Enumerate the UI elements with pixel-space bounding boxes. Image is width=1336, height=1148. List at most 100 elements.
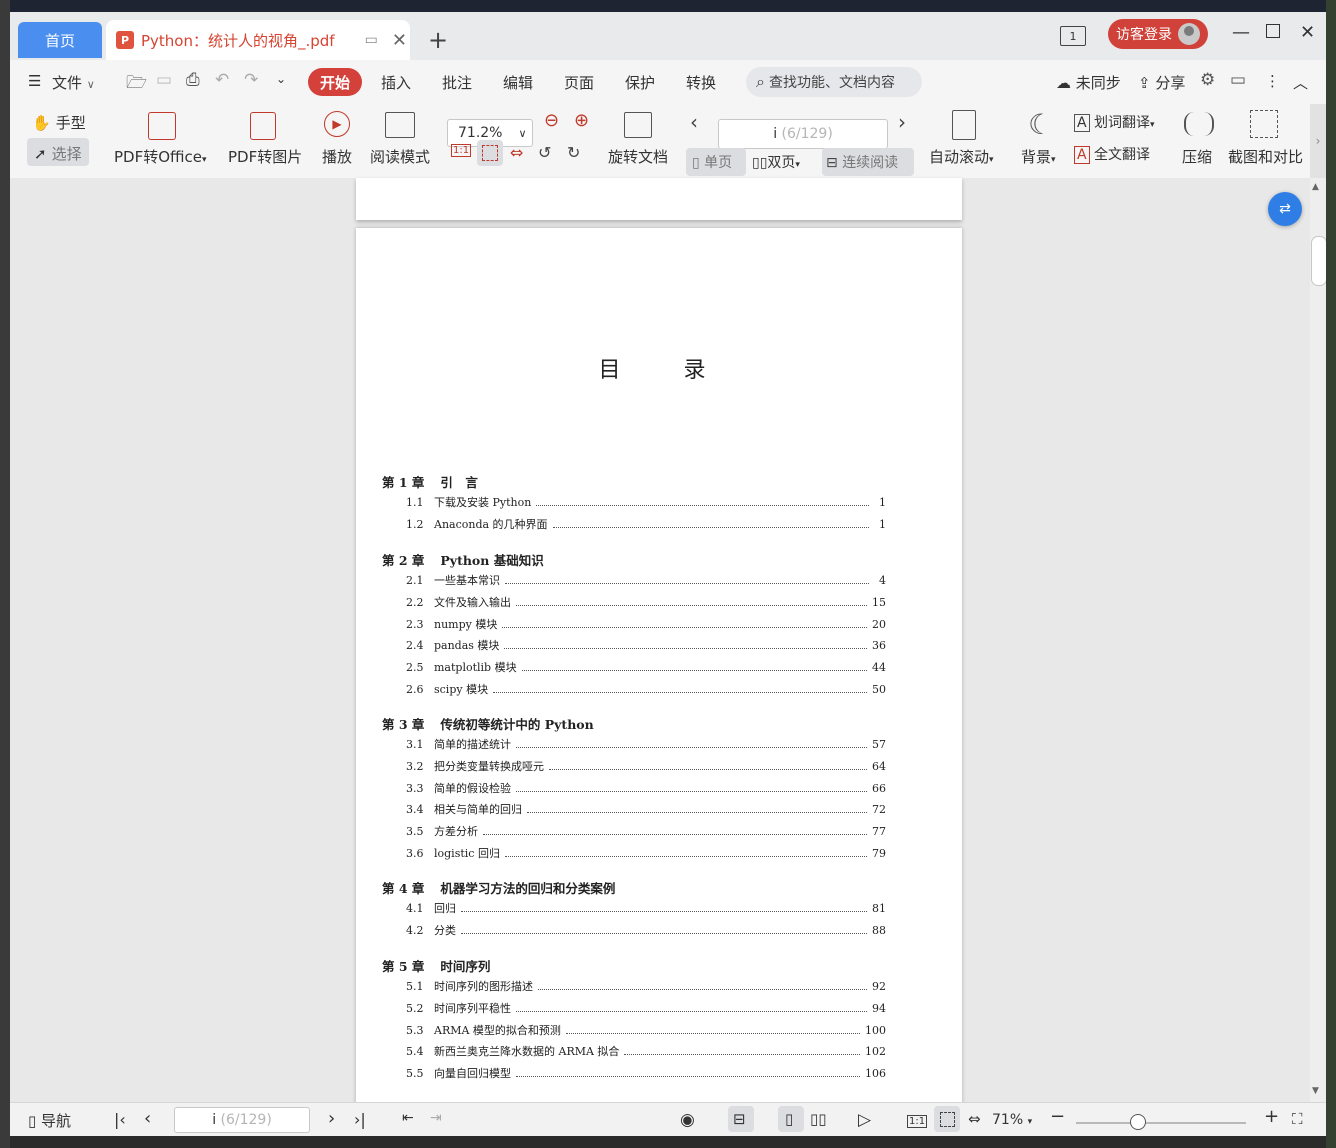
- zoom-out-icon[interactable]: ⊖: [544, 110, 559, 131]
- toc-entry[interactable]: 3.5 方差分析 77: [406, 823, 886, 841]
- forward-icon[interactable]: ⇥: [430, 1110, 442, 1126]
- menu-tab-start[interactable]: 开始: [308, 68, 362, 96]
- screenshot-compare-button[interactable]: 截图和对比: [1228, 146, 1303, 167]
- scrollbar-thumb[interactable]: [1311, 236, 1326, 286]
- toc-entry[interactable]: 1.1 下载及安装 Python 1: [406, 494, 886, 512]
- close-window-icon[interactable]: ✕: [1300, 22, 1315, 43]
- toc-entry[interactable]: 2.4 pandas 模块 36: [406, 637, 886, 655]
- redo-icon[interactable]: ↷: [244, 70, 258, 90]
- settings-gear-icon[interactable]: ⚙: [1200, 70, 1215, 90]
- rotate-left-icon[interactable]: ↺: [538, 143, 551, 162]
- comment-icon[interactable]: ▭: [1230, 70, 1246, 90]
- scroll-up-icon[interactable]: ▲: [1312, 182, 1319, 192]
- background-button[interactable]: 背景▾: [1021, 146, 1056, 167]
- toc-entry[interactable]: 3.2 把分类变量转换成哑元 64: [406, 758, 886, 776]
- page-number-input[interactable]: i (6/129): [718, 119, 888, 149]
- menu-tab-page[interactable]: 页面: [564, 72, 594, 93]
- menu-file[interactable]: 文件 ∨: [52, 72, 95, 93]
- rotate-right-icon[interactable]: ↻: [567, 143, 580, 162]
- status-page-input[interactable]: i (6/129): [174, 1107, 310, 1133]
- print-icon[interactable]: ⎙: [186, 70, 200, 90]
- toc-entry[interactable]: 5.1 时间序列的图形描述 92: [406, 978, 886, 996]
- next-page-status-icon[interactable]: ›: [328, 1108, 335, 1129]
- window-count-badge[interactable]: 1: [1060, 26, 1086, 46]
- search-box[interactable]: ⌕ 查找功能、文档内容: [746, 67, 922, 97]
- compress-button[interactable]: 压缩: [1182, 146, 1212, 167]
- status-zoom-out-icon[interactable]: −: [1050, 1106, 1065, 1127]
- tab-home[interactable]: 首页: [18, 22, 102, 58]
- rotate-document-button[interactable]: 旋转文档: [608, 146, 668, 167]
- fit-width-icon[interactable]: ⇔: [510, 143, 523, 162]
- actual-size-status-icon[interactable]: 1:1: [907, 1115, 928, 1128]
- more-options-icon[interactable]: ⋮: [1265, 72, 1280, 90]
- toc-entry[interactable]: 3.6 logistic 回归 79: [406, 845, 886, 863]
- status-zoom-in-icon[interactable]: +: [1264, 1106, 1279, 1127]
- toc-entry[interactable]: 5.5 向量自回归模型 106: [406, 1065, 886, 1083]
- scroll-down-icon[interactable]: ▼: [1312, 1086, 1319, 1096]
- guest-login-button[interactable]: 访客登录: [1108, 19, 1208, 49]
- double-page-button[interactable]: ▯▯双页▾: [752, 152, 800, 172]
- toc-entry[interactable]: 2.1 一些基本常识 4: [406, 572, 886, 590]
- menu-tab-annotate[interactable]: 批注: [442, 72, 472, 93]
- fit-width-status-icon[interactable]: ⇔: [968, 1110, 981, 1128]
- play-status-icon[interactable]: ▷: [858, 1110, 871, 1130]
- toc-entry[interactable]: 2.6 scipy 模块 50: [406, 681, 886, 699]
- toc-entry[interactable]: 3.4 相关与简单的回归 72: [406, 801, 886, 819]
- next-page-icon[interactable]: ›: [898, 110, 906, 134]
- collapse-ribbon-icon[interactable]: ︿: [1293, 72, 1308, 93]
- pdf-to-image-button[interactable]: PDF转图片: [228, 146, 302, 167]
- hamburger-icon[interactable]: ☰: [28, 72, 41, 90]
- menu-tab-edit[interactable]: 编辑: [503, 72, 533, 93]
- open-folder-icon[interactable]: 🗁: [126, 70, 147, 99]
- undo-icon[interactable]: ↶: [215, 70, 229, 90]
- toc-entry[interactable]: 4.1 回归 81: [406, 900, 886, 918]
- navigation-button[interactable]: ▯ 导航: [28, 1110, 71, 1131]
- play-button[interactable]: 播放: [322, 146, 352, 167]
- read-mode-button[interactable]: 阅读模式: [370, 146, 430, 167]
- menu-tab-protect[interactable]: 保护: [625, 72, 655, 93]
- prev-page-status-icon[interactable]: ‹: [144, 1108, 151, 1129]
- actual-size-icon[interactable]: 1:1: [451, 144, 472, 157]
- back-icon[interactable]: ⇤: [402, 1110, 414, 1126]
- auto-scroll-button[interactable]: 自动滚动▾: [929, 146, 994, 167]
- tab-document[interactable]: P Python：统计人的视角_.pdf ▭ ✕: [106, 20, 410, 60]
- minimize-icon[interactable]: —: [1232, 22, 1250, 43]
- toc-entry[interactable]: 5.4 新西兰奥克兰降水数据的 ARMA 拟合 102: [406, 1043, 886, 1061]
- toc-entry[interactable]: 2.5 matplotlib 模块 44: [406, 659, 886, 677]
- ribbon-scroll-right-icon[interactable]: ›: [1310, 104, 1326, 178]
- share-button[interactable]: ⇪ 分享: [1138, 72, 1185, 93]
- prev-page-icon[interactable]: ‹: [690, 110, 698, 134]
- vertical-scrollbar[interactable]: [1310, 178, 1326, 1102]
- save-icon[interactable]: ▭: [156, 70, 172, 90]
- first-page-icon[interactable]: |‹: [114, 1110, 126, 1129]
- sync-status[interactable]: ☁ 未同步: [1056, 72, 1121, 93]
- toc-entry[interactable]: 4.2 分类 88: [406, 922, 886, 940]
- quick-access-dropdown-icon[interactable]: ⌄: [276, 72, 286, 86]
- zoom-slider-track[interactable]: [1076, 1122, 1246, 1124]
- maximize-icon[interactable]: [1266, 24, 1280, 38]
- toc-entry[interactable]: 5.2 时间序列平稳性 94: [406, 1000, 886, 1018]
- pdf-to-office-button[interactable]: PDF转Office▾: [114, 146, 207, 167]
- floating-translate-icon[interactable]: ⇄: [1268, 192, 1302, 226]
- toc-entry[interactable]: 2.2 文件及输入输出 15: [406, 594, 886, 612]
- fullscreen-icon[interactable]: ⛶: [1292, 1110, 1303, 1128]
- toc-entry[interactable]: 3.1 简单的描述统计 57: [406, 736, 886, 754]
- hand-tool-button[interactable]: ✋ 手型: [32, 112, 86, 133]
- double-page-status-icon[interactable]: ▯▯: [810, 1110, 827, 1128]
- close-tab-icon[interactable]: ✕: [392, 30, 407, 51]
- eye-care-icon[interactable]: ◉: [680, 1110, 695, 1130]
- new-tab-button[interactable]: +: [428, 26, 448, 54]
- zoom-slider-knob[interactable]: [1130, 1114, 1146, 1130]
- pin-tab-icon[interactable]: ▭: [365, 32, 378, 48]
- toc-entry[interactable]: 5.3 ARMA 模型的拟合和预测 100: [406, 1022, 886, 1040]
- full-translate-button[interactable]: A 全文翻译: [1074, 144, 1150, 164]
- zoom-in-icon[interactable]: ⊕: [574, 110, 589, 131]
- toc-entry[interactable]: 3.3 简单的假设检验 66: [406, 780, 886, 798]
- menu-tab-insert[interactable]: 插入: [381, 72, 411, 93]
- menu-tab-convert[interactable]: 转换: [686, 72, 716, 93]
- toc-entry[interactable]: 2.3 numpy 模块 20: [406, 616, 886, 634]
- word-translate-button[interactable]: A 划词翻译▾: [1074, 112, 1155, 132]
- toc-entry[interactable]: 1.2 Anaconda 的几种界面 1: [406, 516, 886, 534]
- status-zoom-select[interactable]: 71% ▾: [992, 1112, 1032, 1128]
- last-page-icon[interactable]: ›|: [354, 1110, 366, 1129]
